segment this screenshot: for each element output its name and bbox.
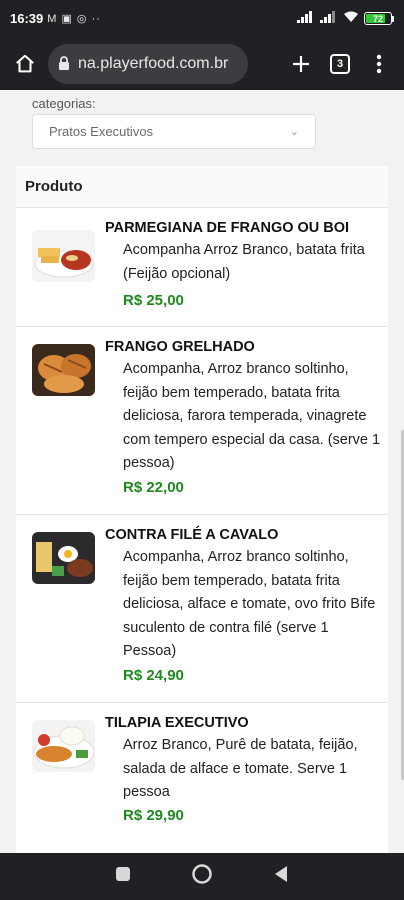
product-item[interactable]: CONTRA FILÉ A CAVALO Acompanha, Arroz br… [16,515,388,703]
system-nav-bar [0,853,404,900]
signal-2-icon [320,11,338,26]
address-bar[interactable]: na.playerfood.com.br [48,43,248,84]
status-bar: 16:39 M ▣ ◎ ·· 72 [0,0,404,37]
product-item[interactable]: PARMEGIANA DE FRANGO OU BOI Acompanha Ar… [16,208,388,327]
product-image [32,230,95,282]
product-description: Acompanha Arroz Branco, batata frita (Fe… [123,242,365,282]
wifi-icon [343,11,359,26]
product-name: PARMEGIANA DE FRANGO OU BOI [105,220,350,236]
home-button-icon[interactable] [191,863,213,890]
product-price: R$ 25,00 [123,292,184,309]
recents-icon[interactable] [115,866,131,887]
product-description: Acompanha, Arroz branco soltinho, feijão… [123,549,376,659]
product-price: R$ 29,90 [123,807,184,824]
categories-label: categorias: [32,96,96,111]
products-header: Produto [16,166,388,208]
back-icon[interactable] [273,865,289,888]
product-description: Acompanha, Arroz branco soltinho, feijão… [123,361,381,471]
status-time: 16:39 [10,11,44,26]
product-price: R$ 22,00 [123,479,184,496]
chevron-down-icon: ⌄ [289,126,299,138]
signal-icon [297,11,315,26]
product-name: FRANGO GRELHADO [105,339,255,355]
page-content: categorias: Pratos Executivos ⌄ Produto … [0,90,404,853]
notification-icons: M ▣ ◎ ·· [47,13,101,25]
categories-selected-value: Pratos Executivos [49,124,154,139]
battery-icon: 72 [364,12,394,25]
home-icon[interactable] [10,49,40,79]
more-menu-icon[interactable] [364,49,394,79]
new-tab-icon[interactable] [286,49,316,79]
product-description: Arroz Branco, Purê de batata, feijão, sa… [123,737,358,800]
tab-switcher-button[interactable]: 3 [330,53,350,74]
categories-select[interactable]: Pratos Executivos ⌄ [32,114,316,149]
product-item[interactable]: FRANGO GRELHADO Acompanha, Arroz branco … [16,327,388,515]
lock-icon [58,56,70,71]
product-image [32,532,95,584]
product-price: R$ 24,90 [123,667,184,684]
product-item[interactable]: TILAPIA EXECUTIVO Arroz Branco, Purê de … [16,703,388,843]
url-text: na.playerfood.com.br [78,54,229,72]
product-image [32,344,95,396]
product-image [32,720,95,772]
product-name: TILAPIA EXECUTIVO [105,715,249,731]
products-panel: Produto PARMEGIANA DE FRANGO OU BOI Acom… [16,166,388,853]
product-name: CONTRA FILÉ A CAVALO [105,527,279,543]
battery-level: 72 [372,13,383,24]
browser-toolbar: na.playerfood.com.br 3 [0,37,404,90]
